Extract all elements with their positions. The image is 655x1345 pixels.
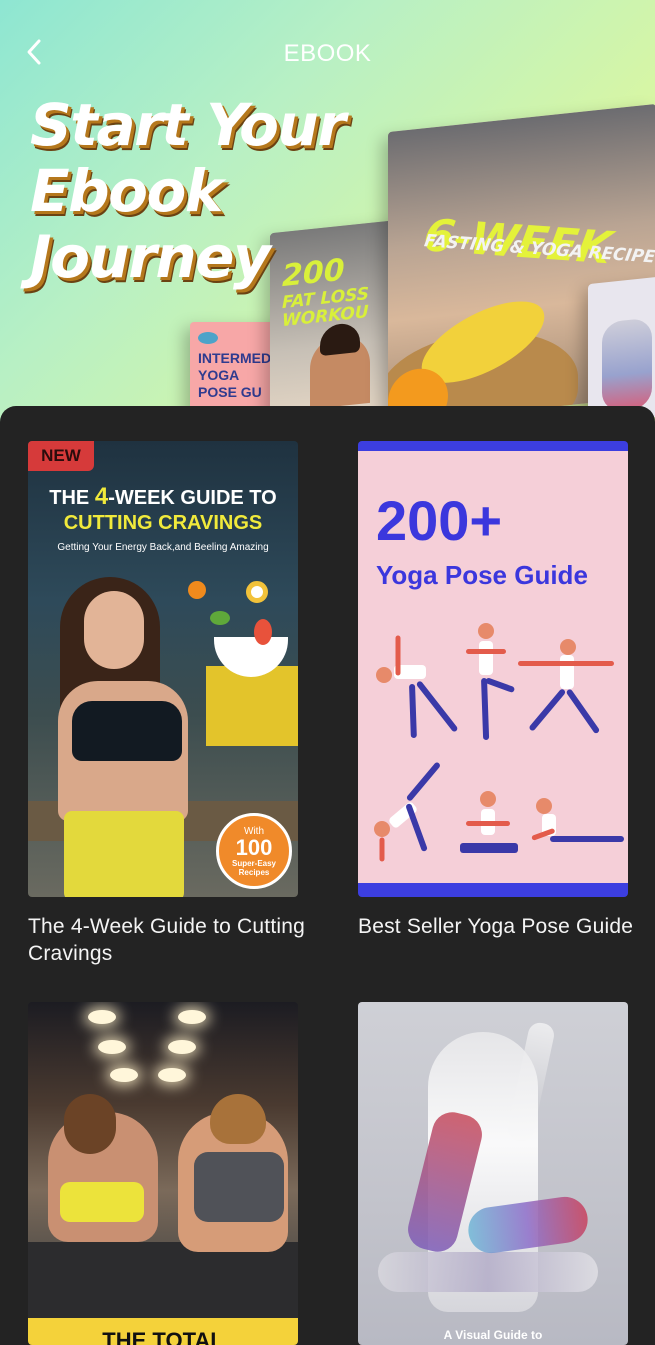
hero-headline: Start Your Ebook Journey (30, 92, 390, 290)
cover-caption: A Visual Guide to (443, 1328, 543, 1342)
yoga-pose-figure (454, 791, 524, 861)
cover-photo-man (210, 1094, 266, 1144)
yoga-pose-figure (458, 619, 518, 741)
status-bar (0, 0, 655, 6)
hero-book-anatomy[interactable] (588, 275, 655, 425)
cover-headline: THE TOTAL (102, 1328, 224, 1345)
hero-headline-line: Start Your (30, 91, 346, 159)
cover-photo-woman (84, 591, 144, 669)
anatomy-figure-image (602, 317, 652, 413)
yoga-pose-figure (530, 796, 628, 866)
cover-subheadline: Yoga Pose Guide (376, 560, 588, 590)
ebook-title[interactable]: The 4-Week Guide to Cutting Cravings (28, 913, 318, 967)
page-title: EBOOK (283, 40, 372, 67)
yoga-pose-figure (372, 623, 462, 743)
hero-book-subtitle: YOGA (198, 367, 240, 383)
cover-headline-line2: CUTTING CRAVINGS (63, 512, 263, 534)
ebook-list-panel: NEW THE 4-WEEK GUIDE TO CUTTING CRAVINGS… (0, 406, 655, 1345)
hero-headline-line: Ebook (30, 157, 223, 225)
hero-book-subtitle2: POSE GU (198, 384, 262, 400)
hero-book-title: INTERMED (198, 350, 272, 366)
yoga-pose-figure (518, 635, 618, 745)
cover-tagline: Getting Your Energy Back,and Beeling Ama… (57, 542, 269, 553)
new-badge: NEW (28, 441, 94, 471)
hero-banner: EBOOK INTERMED YOGA POSE GU 200 FAT LOSS… (0, 0, 655, 430)
yoga-pose-figure (368, 761, 458, 862)
cover-headline: 200+ (376, 489, 503, 552)
hero-headline-line: Journey (30, 223, 271, 291)
ebook-title[interactable]: Best Seller Yoga Pose Guide (358, 913, 648, 940)
leaf-icon (198, 332, 218, 344)
cover-headline: THE 4-WEEK GUIDE TO (49, 483, 277, 510)
recipes-seal: With 100 Super-Easy Recipes (216, 813, 292, 889)
ebook-cover[interactable]: A Visual Guide to (358, 1002, 628, 1345)
ebook-cover[interactable]: NEW THE 4-WEEK GUIDE TO CUTTING CRAVINGS… (28, 441, 298, 897)
ebook-cover[interactable]: THE TOTAL (28, 1002, 298, 1345)
ebook-cover[interactable]: 200+ Yoga Pose Guide (358, 441, 628, 897)
egg-image (246, 581, 268, 603)
cover-photo-woman (64, 1094, 116, 1154)
